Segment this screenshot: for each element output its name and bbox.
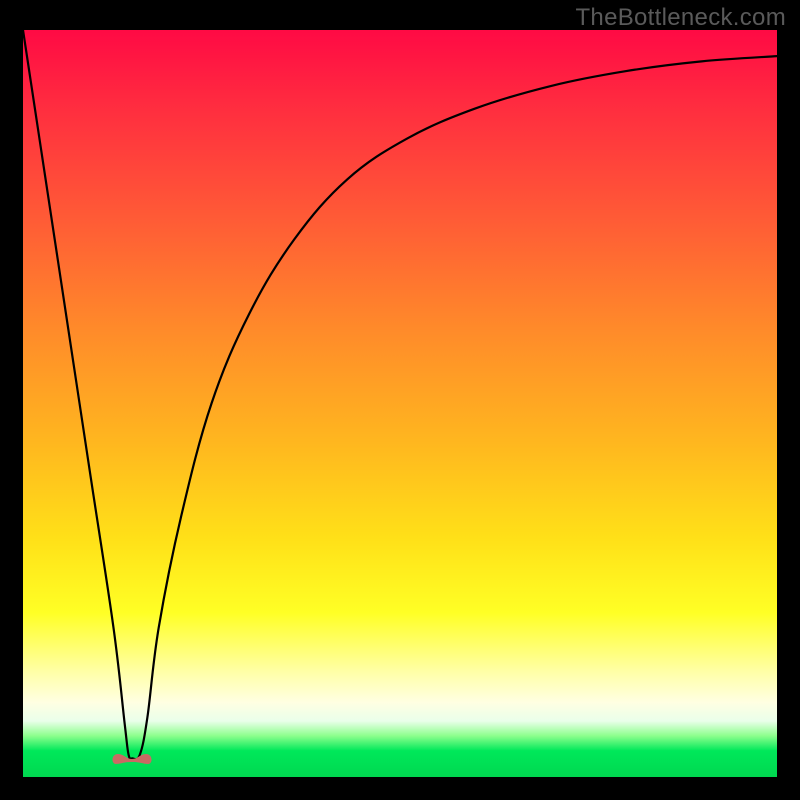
dip-marker-icon bbox=[110, 746, 154, 770]
bottleneck-curve bbox=[23, 30, 777, 777]
watermark-text: TheBottleneck.com bbox=[575, 4, 786, 32]
chart-frame: TheBottleneck.com bbox=[0, 0, 800, 800]
plot-area bbox=[23, 30, 777, 777]
